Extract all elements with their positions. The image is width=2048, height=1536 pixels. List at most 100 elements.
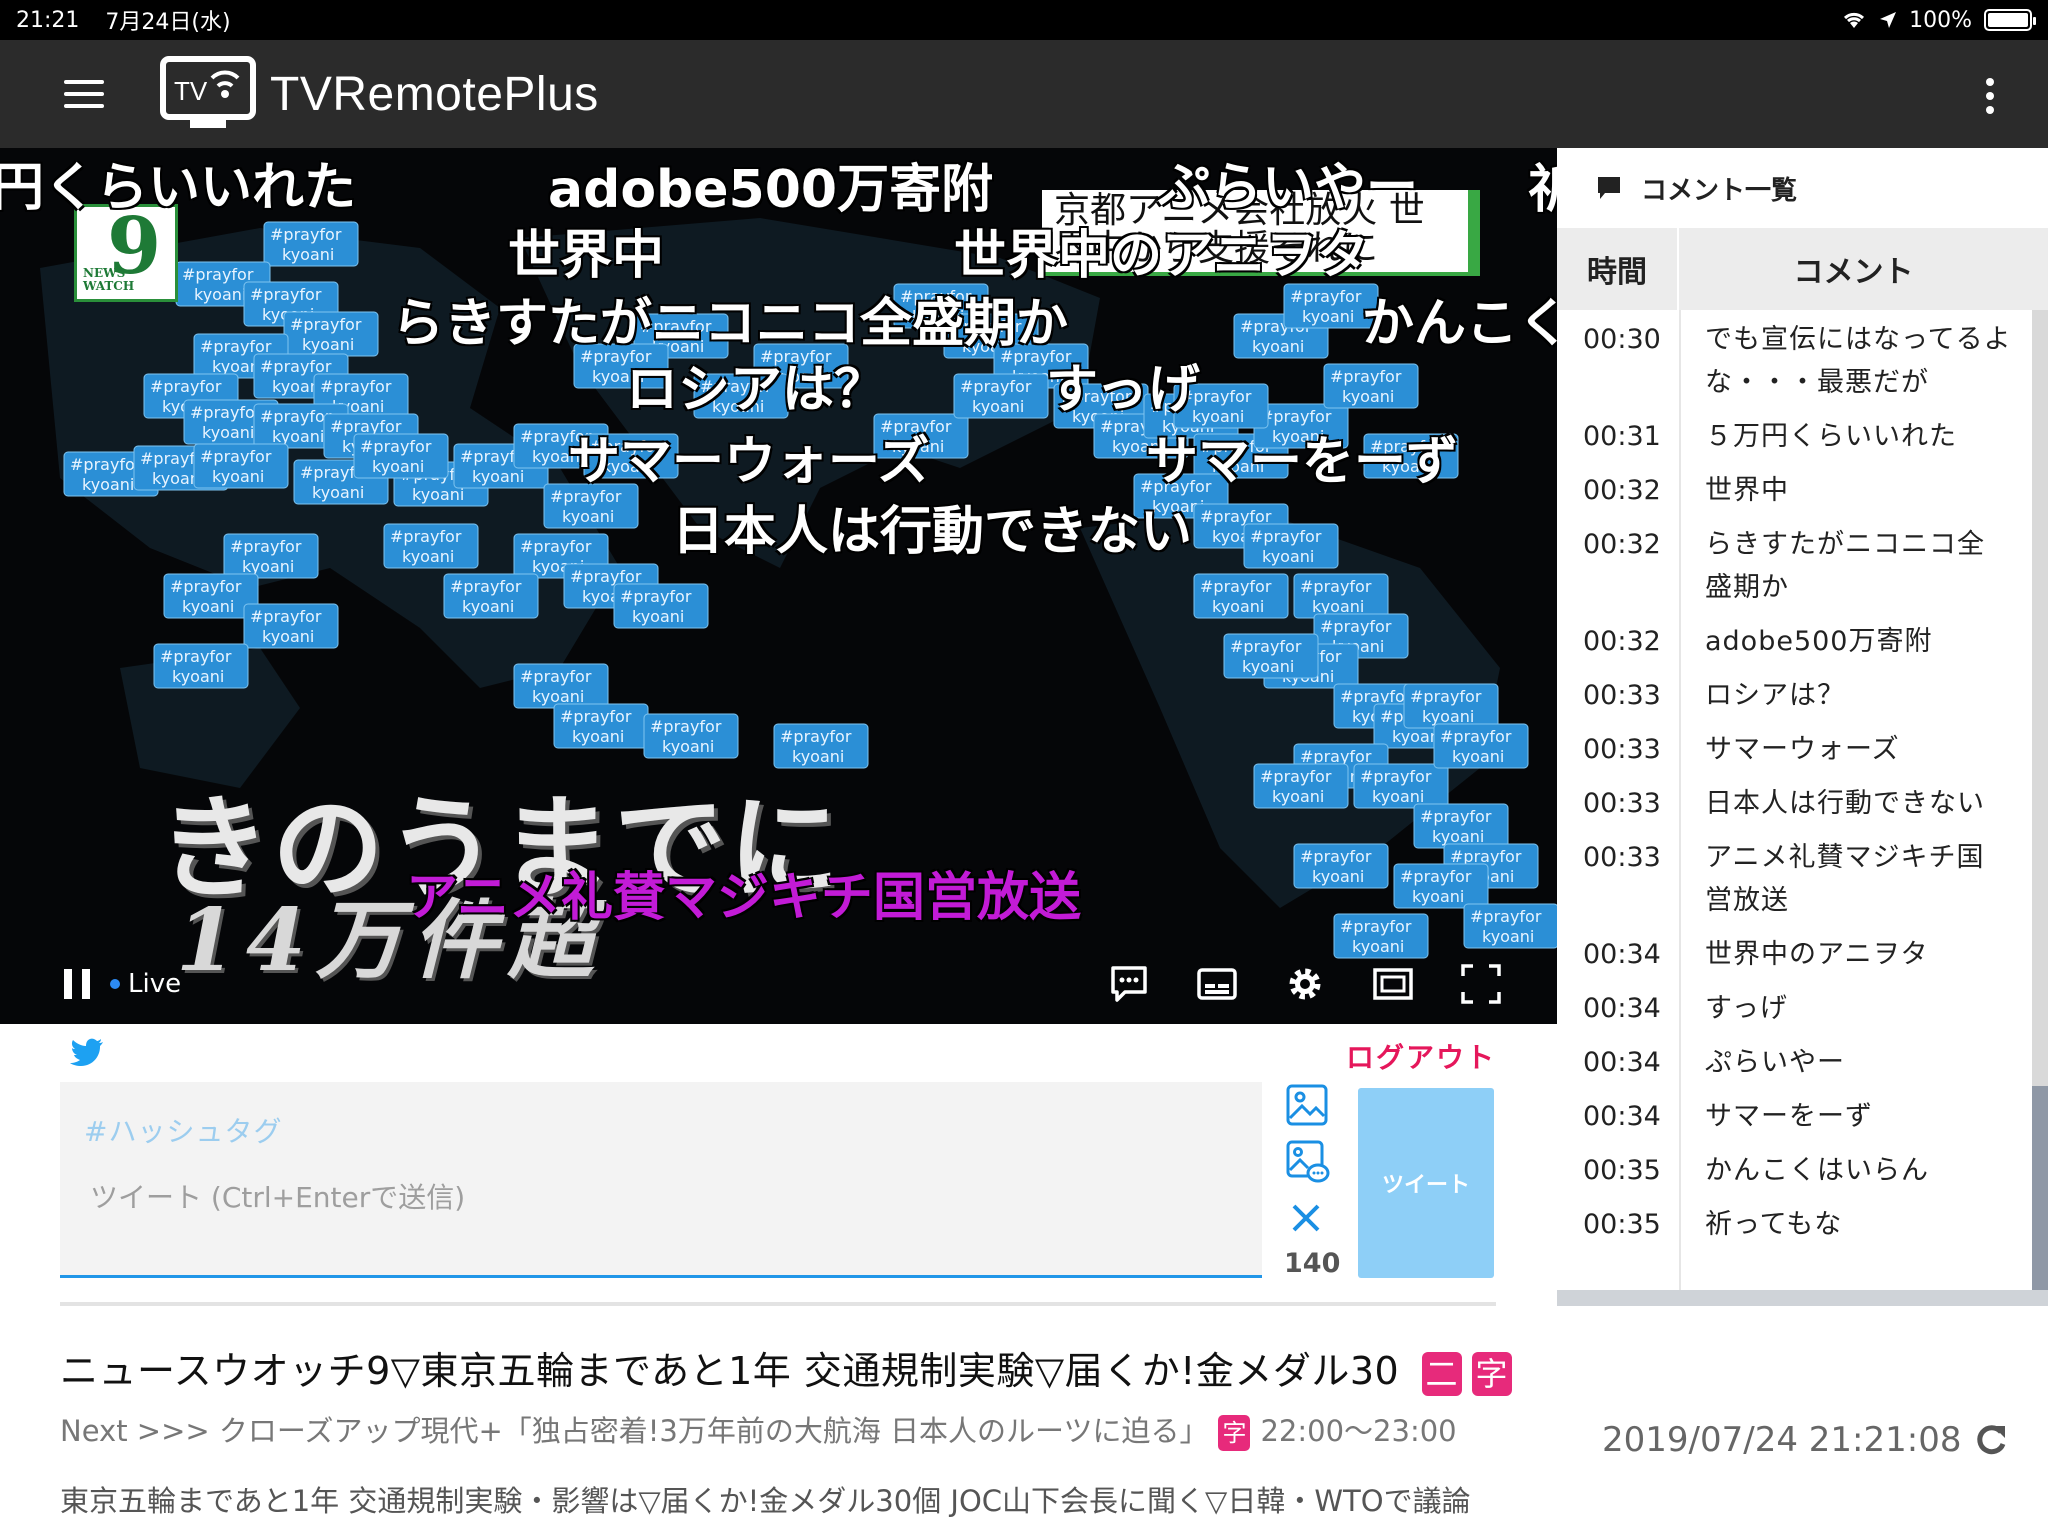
app-title: TVRemotePlus [270, 67, 599, 121]
character-count: 140 [1284, 1248, 1341, 1279]
fullscreen-icon[interactable] [1457, 960, 1505, 1008]
comment-bubble-icon [1598, 177, 1620, 199]
prayfor-kyoani-tag: #prayforkyoani [1393, 863, 1489, 909]
comment-row[interactable]: 00:35 祈ってもな [1557, 1195, 2032, 1249]
comment-text: ぷらいやー [1705, 1047, 1845, 1078]
svg-text:#prayfor: #prayfor [190, 403, 262, 422]
svg-text:#prayfor: #prayfor [200, 337, 272, 356]
svg-text:#prayfor: #prayfor [1300, 747, 1372, 766]
svg-text:#prayfor: #prayfor [170, 577, 242, 596]
svg-text:#prayfor: #prayfor [230, 537, 302, 556]
svg-text:#prayfor: #prayfor [1230, 637, 1302, 656]
svg-text:#prayfor: #prayfor [1440, 727, 1512, 746]
svg-text:#prayfor: #prayfor [1330, 367, 1402, 386]
comment-text: 祈ってもな [1705, 1209, 1843, 1240]
svg-text:#prayfor: #prayfor [520, 667, 592, 686]
prayfor-kyoani-tag: #prayforkyoani [1353, 763, 1449, 809]
prayfor-kyoani-tag: #prayforkyoani [243, 603, 339, 649]
prayfor-kyoani-tag: #prayforkyoani [353, 433, 449, 479]
comment-row[interactable]: 00:34 世界中のアニヲタ [1557, 925, 2032, 979]
svg-text:#prayfor: #prayfor [260, 357, 332, 376]
column-time[interactable]: 時間 [1557, 228, 1679, 310]
svg-text:kyoani: kyoani [82, 475, 134, 494]
comment-scrollbar-thumb[interactable] [2032, 1086, 2048, 1298]
image-upload-icon[interactable] [1286, 1084, 1328, 1126]
svg-text:#prayfor: #prayfor [1340, 687, 1412, 706]
svg-text:#prayfor: #prayfor [1340, 917, 1412, 936]
comment-row[interactable]: 00:33 日本人は行動できない [1557, 774, 2032, 828]
comment-row[interactable]: 00:31 ５万円くらいいれた [1557, 407, 2032, 461]
subtitle-badge: 字 [1471, 1351, 1512, 1396]
comment-row[interactable]: 00:33 ロシアは？ [1557, 666, 2032, 720]
comment-time: 00:35 [1583, 1209, 1661, 1240]
prayfor-kyoani-tag: #prayforkyoani [643, 713, 739, 759]
comment-row[interactable]: 00:34 ぷらいやー [1557, 1033, 2032, 1087]
comment-text: らきすたがニコニコ全盛期か [1705, 529, 1985, 603]
wifi-icon [1844, 12, 1865, 28]
comment-text: ロシアは？ [1705, 680, 1845, 711]
comment-list[interactable]: 00:30 でも宣伝にはなってるよな・・・最悪だが 00:31 ５万円くらいいれた 00… [1557, 310, 2032, 1298]
comment-text: かんこくはいらん [1705, 1155, 1929, 1186]
comment-text: 日本人は行動できない [1705, 788, 1985, 819]
svg-text:#prayfor: #prayfor [1250, 527, 1322, 546]
svg-text:#prayfor: #prayfor [570, 567, 642, 586]
live-dot-icon [110, 979, 120, 989]
comment-row[interactable]: 00:32 世界中 [1557, 461, 2032, 515]
logout-link[interactable]: ログアウト [1346, 1036, 1496, 1076]
comment-row[interactable]: 00:33 アニメ礼賛マジキチ国営放送 [1557, 828, 2032, 925]
svg-text:kyoani: kyoani [1312, 867, 1364, 886]
clear-close-icon[interactable] [1286, 1198, 1326, 1238]
svg-text:#prayfor: #prayfor [160, 647, 232, 666]
svg-text:kyoani: kyoani [1312, 597, 1364, 616]
danmaku-comment: サマーをーず [1146, 432, 1459, 492]
hashtag-field[interactable]: #ハッシュタグ [84, 1110, 282, 1150]
image-capture-comment-icon[interactable] [1286, 1140, 1330, 1184]
video-player[interactable]: #prayforkyoani#prayforkyoani#prayforkyoa… [0, 148, 1557, 1024]
tweet-button[interactable]: ツイート [1358, 1088, 1494, 1278]
picture-in-picture-icon[interactable] [1369, 960, 1417, 1008]
svg-text:kyoani: kyoani [182, 597, 234, 616]
svg-text:kyoani: kyoani [972, 397, 1024, 416]
prayfor-kyoani-tag: #prayforkyoani [613, 583, 709, 629]
comment-toggle-icon[interactable] [1105, 960, 1153, 1008]
svg-text:#prayfor: #prayfor [270, 225, 342, 244]
danmaku-comment: adobe500万寄附 [548, 160, 994, 220]
tweet-input[interactable]: #ハッシュタグ ツイート (Ctrl+Enterで送信) [60, 1082, 1262, 1278]
danmaku-comment: 日本人は行動できない [672, 502, 1193, 562]
prayfor-kyoani-tag: #prayforkyoani [1463, 903, 1557, 949]
prayfor-kyoani-tag: #prayforkyoani [223, 533, 319, 579]
menu-button[interactable] [64, 80, 104, 108]
subtitles-icon[interactable] [1193, 960, 1241, 1008]
svg-text:#prayfor: #prayfor [390, 527, 462, 546]
svg-text:#prayfor: #prayfor [1300, 577, 1372, 596]
comment-row[interactable]: 00:32 adobe500万寄附 [1557, 612, 2032, 666]
current-datetime: 2019/07/24 21:21:08 [1602, 1420, 2009, 1460]
danmaku-comment: ロシアは？ [626, 360, 887, 420]
comment-row[interactable]: 00:30 でも宣伝にはなってるよな・・・最悪だが [1557, 310, 2032, 407]
more-options-button[interactable] [1986, 78, 1996, 114]
refresh-icon[interactable] [1973, 1422, 2009, 1458]
comment-panel-footer [1557, 1290, 2048, 1306]
svg-text:kyoani: kyoani [194, 285, 246, 304]
prayfor-kyoani-tag: #prayforkyoani [443, 573, 539, 619]
comment-row[interactable]: 00:34 すっげ [1557, 979, 2032, 1033]
svg-text:kyoani: kyoani [1262, 547, 1314, 566]
comment-time: 00:32 [1583, 475, 1661, 506]
comment-row[interactable]: 00:34 サマーをーず [1557, 1087, 2032, 1141]
svg-text:#prayfor: #prayfor [1360, 767, 1432, 786]
column-comment[interactable]: コメント [1679, 228, 2048, 310]
prayfor-kyoani-tag: #prayforkyoani [1433, 723, 1529, 769]
pause-button[interactable] [64, 969, 90, 999]
svg-text:#prayfor: #prayfor [450, 577, 522, 596]
svg-text:#prayfor: #prayfor [960, 377, 1032, 396]
comment-panel: コメント一覧 時間 コメント 00:30 でも宣伝にはなってるよな・・・最悪だが 0… [1557, 148, 2048, 1308]
comment-row[interactable]: 00:33 サマーウォーズ [1557, 720, 2032, 774]
battery-percent: 100% [1909, 7, 1972, 33]
prayfor-kyoani-tag: #prayforkyoani [1223, 633, 1319, 679]
svg-text:kyoani: kyoani [532, 687, 584, 706]
comment-row[interactable]: 00:32 らきすたがニコニコ全盛期か [1557, 515, 2032, 612]
location-arrow-icon [1880, 12, 1897, 28]
app-bar: TV TVRemotePlus [0, 40, 2048, 148]
comment-row[interactable]: 00:35 かんこくはいらん [1557, 1141, 2032, 1195]
settings-gear-icon[interactable] [1281, 960, 1329, 1008]
